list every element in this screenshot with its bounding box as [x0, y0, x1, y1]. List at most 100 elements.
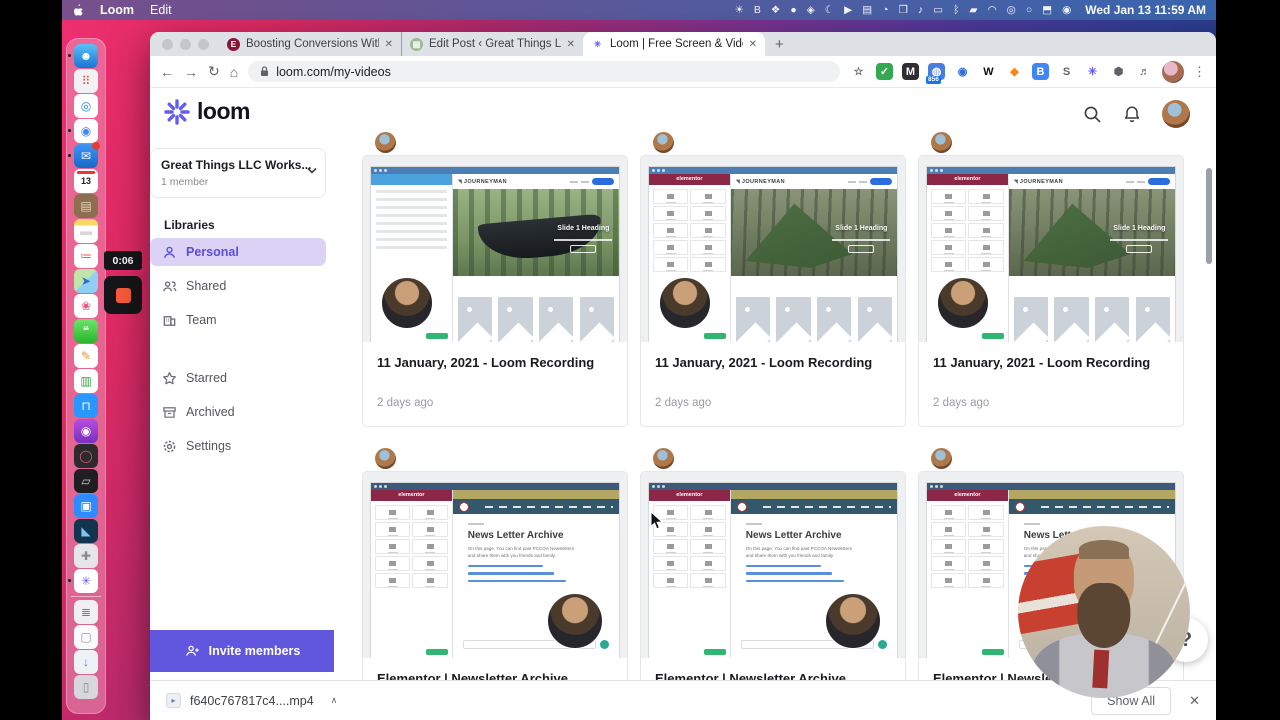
stop-recording-button[interactable] [104, 276, 142, 314]
dropbox-icon[interactable]: ❖ [771, 5, 780, 16]
downloaded-file-chip[interactable]: ▸ f640c767817c4....mp4 ∧ [166, 693, 337, 708]
reminders-dock-icon[interactable]: ≔ [74, 244, 98, 268]
safari-dock-icon[interactable]: ◎ [74, 94, 98, 118]
wifi-icon[interactable]: ◠ [987, 5, 996, 16]
volume-icon[interactable]: ♪ [918, 5, 923, 16]
workspace-selector[interactable]: Great Things LLC Works... 1 member [150, 148, 326, 198]
launchpad-dock-icon[interactable]: ⠿ [74, 69, 98, 93]
display-icon[interactable]: ▭ [933, 5, 943, 16]
video-title[interactable]: 11 January, 2021 - Loom Recording [363, 342, 627, 370]
storage-box-icon[interactable]: ▢ [74, 625, 98, 649]
search-icon[interactable] [1083, 105, 1102, 124]
bell-icon[interactable] [1123, 105, 1141, 124]
vpn-extension-icon[interactable]: ◍ 856 [928, 63, 945, 80]
adobe-cc-dock-icon[interactable]: ◯ [74, 444, 98, 468]
apple-menu-icon[interactable] [72, 3, 84, 17]
podcasts-dock-icon[interactable]: ◉ [74, 419, 98, 443]
video-card[interactable]: elementor JOURNEYMAN [362, 471, 628, 680]
close-tab-icon[interactable]: ✕ [749, 39, 757, 50]
record-status-icon[interactable]: ● [790, 5, 796, 16]
mission-control-icon[interactable]: ❐ [899, 5, 908, 16]
photos-dock-icon[interactable]: ❀ [74, 294, 98, 318]
video-thumbnail[interactable]: elementor JOURNEYMAN [641, 156, 905, 342]
video-card[interactable]: elementor JOURNEYMAN [362, 155, 628, 427]
messages-dock-icon[interactable]: ❝ [74, 319, 98, 343]
utility-dock-icon[interactable]: ✚ [74, 544, 98, 568]
shield-icon[interactable]: ◈ [807, 5, 815, 16]
close-tab-icon[interactable]: ✕ [385, 39, 393, 50]
dock-divider[interactable] [71, 596, 101, 597]
final-cut-dock-icon[interactable]: ▱ [74, 469, 98, 493]
s-extension-icon[interactable]: S [1058, 63, 1075, 80]
calendar-dock-icon[interactable]: 13 [74, 169, 98, 193]
contacts-dock-icon[interactable]: ▤ [74, 194, 98, 218]
notes-dock-icon[interactable]: ▬ [74, 219, 98, 243]
maps-dock-icon[interactable]: ➤ [74, 269, 98, 293]
sidebar-item-settings[interactable]: Settings [150, 432, 326, 460]
wikipedia-extension-icon[interactable]: W [980, 63, 997, 80]
keyboard-icon[interactable]: ▤ [862, 5, 872, 16]
spotlight-search-icon[interactable]: ○ [1026, 5, 1032, 16]
user-switch-icon[interactable]: ◎ [1007, 5, 1016, 16]
invite-members-button[interactable]: Invite members [150, 630, 334, 672]
page-scrollbar[interactable] [1206, 168, 1212, 264]
forward-button[interactable]: → [184, 64, 198, 80]
downloads-folder-icon[interactable]: ↓ [74, 650, 98, 674]
boot-camp-icon[interactable]: B [754, 5, 761, 16]
puzzle-extensions-icon[interactable]: ⬢ [1110, 63, 1127, 80]
loom-logo[interactable]: loom [164, 98, 250, 125]
assistant-app-icon[interactable]: ◉ [1062, 5, 1071, 16]
video-card[interactable]: elementor JOURNEYMAN [918, 155, 1184, 427]
numbers-dock-icon[interactable]: ▥ [74, 369, 98, 393]
tag-extension-icon[interactable]: B [1032, 63, 1049, 80]
loom-user-avatar[interactable] [1162, 100, 1190, 128]
sidebar-item-team[interactable]: Team [150, 306, 326, 334]
webcam-bubble[interactable] [1018, 526, 1190, 698]
menubar-clock[interactable]: Wed Jan 13 11:59 AM [1085, 3, 1206, 17]
play-circle-icon[interactable]: ▶ [844, 5, 852, 16]
bluetooth-icon[interactable]: ᛒ [953, 5, 959, 16]
zoom-dock-icon[interactable]: ▣ [74, 494, 98, 518]
window-controls[interactable] [150, 32, 219, 56]
video-title[interactable]: Elementor | Newsletter Archive [363, 658, 627, 680]
video-thumbnail[interactable]: elementor JOURNEYMAN [363, 156, 627, 342]
sidebar-item-shared[interactable]: Shared [150, 272, 326, 300]
checker-extension-icon[interactable]: ✓ [876, 63, 893, 80]
loom-dock-icon[interactable]: ✳ [74, 569, 98, 593]
video-thumbnail[interactable]: elementor JOURNEYMAN [641, 472, 905, 658]
affinity-dock-icon[interactable]: ◣ [74, 519, 98, 543]
music-queue-extension-icon[interactable]: ♬ [1136, 63, 1153, 80]
documents-stack-icon[interactable]: ≣ [74, 600, 98, 624]
keynote-dock-icon[interactable]: ⊓ [74, 394, 98, 418]
video-card[interactable]: elementor JOURNEYMAN [640, 155, 906, 427]
display-pref-icon[interactable]: ☀ [734, 5, 743, 16]
browser-menu-icon[interactable]: ⋮ [1193, 64, 1206, 80]
account-extension-icon[interactable]: ◉ [954, 63, 971, 80]
battery-icon[interactable]: ▰ [969, 5, 977, 16]
metamask-extension-icon[interactable]: ◆ [1006, 63, 1023, 80]
medium-extension-icon[interactable]: M [902, 63, 919, 80]
video-title[interactable]: 11 January, 2021 - Loom Recording [919, 342, 1183, 370]
do-not-disturb-moon-icon[interactable]: ☾ [825, 5, 834, 16]
pages-dock-icon[interactable]: ✎ [74, 344, 98, 368]
close-downloads-icon[interactable]: ✕ [1189, 693, 1200, 709]
bookmark-star-icon[interactable]: ☆ [850, 63, 867, 80]
video-title[interactable]: 11 January, 2021 - Loom Recording [641, 342, 905, 370]
video-thumbnail[interactable]: elementor JOURNEYMAN [919, 156, 1183, 342]
address-bar[interactable]: loom.com/my-videos [248, 61, 840, 82]
time-machine-icon[interactable]: ◔ [882, 5, 888, 16]
edit-menu[interactable]: Edit [150, 3, 172, 17]
chrome-dock-icon[interactable]: ◉ [74, 119, 98, 143]
browser-profile-avatar[interactable] [1162, 61, 1184, 83]
loom-extension-icon[interactable]: ✳ [1084, 63, 1101, 80]
new-tab-button[interactable]: + [775, 36, 784, 53]
video-title[interactable]: Elementor | Newsletter Archive [641, 658, 905, 680]
video-thumbnail[interactable]: elementor JOURNEYMAN [363, 472, 627, 658]
video-card[interactable]: elementor JOURNEYMAN [640, 471, 906, 680]
sidebar-item-starred[interactable]: Starred [150, 364, 326, 392]
trash-dock-icon[interactable]: ▯ [74, 675, 98, 699]
back-button[interactable]: ← [160, 64, 174, 80]
home-button[interactable]: ⌂ [230, 64, 238, 80]
sidebar-item-archived[interactable]: Archived [150, 398, 326, 426]
control-center-icon[interactable]: ⬒ [1042, 5, 1052, 16]
